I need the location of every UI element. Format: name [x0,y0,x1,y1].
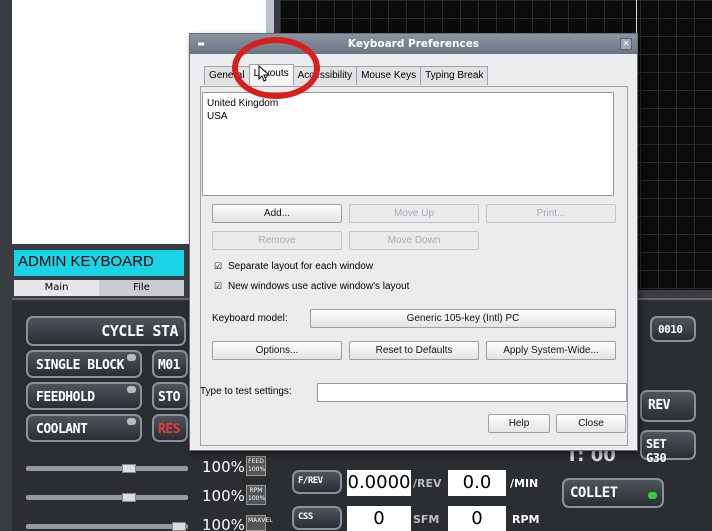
stop-button[interactable]: STO [152,382,188,410]
feedhold-led [127,386,136,393]
feed-override-percent: 100% [202,458,245,476]
tab-file[interactable]: File [99,280,184,296]
tab-typing-break[interactable]: Typing Break [420,66,489,85]
rpm-unit: RPM [512,513,540,526]
checkmark-icon: ☑ [214,281,223,291]
maxvel-override-knob[interactable] [172,522,186,531]
layout-list[interactable]: United Kingdom USA [202,92,614,196]
main-tabs: Main File [14,280,184,296]
close-icon[interactable]: ✕ [620,38,632,50]
coolant-led [127,418,136,425]
feed-override-tag: FEED 100% [246,456,266,476]
feed-per-rev-button[interactable]: F/REV [292,470,342,494]
rpm-value: 0 [448,506,506,531]
help-button[interactable]: Help [488,414,550,433]
single-block-button[interactable]: SINGLE BLOCK [26,350,142,378]
sfm-value: 0 [347,506,411,531]
keyboard-model-button[interactable]: Generic 105-key (Intl) PC [310,309,616,328]
sfm-unit: SFM [413,513,440,526]
rpm-override-knob[interactable] [122,493,136,502]
reset-to-defaults-button[interactable]: Reset to Defaults [349,341,479,360]
add-button[interactable]: Add... [212,204,342,223]
list-item[interactable]: United Kingdom [207,97,609,110]
print-button[interactable]: Print... [486,204,616,223]
test-settings-input[interactable] [317,383,627,402]
cycle-start-button[interactable]: CYCLE STA [26,316,186,346]
tab-mouse-keys[interactable]: Mouse Keys [356,66,422,85]
feed-per-rev-value: 0.0000 [347,470,411,496]
dialog-title: Keyboard Preferences [347,38,480,50]
tab-main[interactable]: Main [14,280,99,296]
maxvel-override-tag: MAXVEL [246,515,273,531]
rpm-override-slider[interactable] [26,495,188,500]
list-item[interactable]: USA [207,110,609,123]
rpm-override-tag: RPM 100% [246,485,266,505]
feedhold-button[interactable]: FEEDHOLD [26,382,142,410]
reset-button[interactable]: RES [152,414,188,442]
remove-button[interactable]: Remove [212,231,342,250]
css-button[interactable]: CSS [292,506,342,530]
pointer-cursor-icon [258,65,271,82]
window-menu-icon[interactable]: ▬ [196,39,206,49]
apply-system-wide-button[interactable]: Apply System-Wide... [486,341,616,360]
feed-per-min-value: 0.0 [448,470,506,496]
checkmark-icon: ☑ [214,261,223,271]
new-windows-checkbox[interactable]: ☑ New windows use active window's layout [214,281,409,292]
new-windows-label: New windows use active window's layout [228,281,410,292]
maxvel-override-percent: 100% [202,516,245,531]
test-settings-label: Type to test settings: [200,386,292,397]
annotation-circle [232,37,320,99]
m01-button[interactable]: M01 [152,350,188,378]
feed-per-min-unit: /MIN [510,477,539,490]
move-down-button[interactable]: Move Down [349,231,479,250]
set-g30-button[interactable]: SET G30 [640,430,696,465]
feed-override-slider[interactable] [26,466,188,471]
single-block-led [127,354,136,361]
separate-layout-checkbox[interactable]: ☑ Separate layout for each window [214,261,373,272]
options-button[interactable]: Options... [212,341,342,360]
code-0010-button[interactable]: 0010 [650,316,696,342]
maxvel-override-slider[interactable] [26,524,188,529]
grid-divider [636,0,712,290]
rev-button[interactable]: REV [640,390,696,422]
keyboard-model-label: Keyboard model: [212,313,288,324]
feed-override-knob[interactable] [122,464,136,473]
feed-per-rev-unit: /REV [413,477,442,490]
coolant-button[interactable]: COOLANT [26,414,142,442]
close-button[interactable]: Close [556,414,626,433]
separate-layout-label: Separate layout for each window [228,261,374,272]
admin-keyboard-field[interactable]: ADMIN KEYBOARD [14,250,184,276]
collet-led [648,492,657,499]
rpm-override-percent: 100% [202,487,245,505]
move-up-button[interactable]: Move Up [349,204,479,223]
